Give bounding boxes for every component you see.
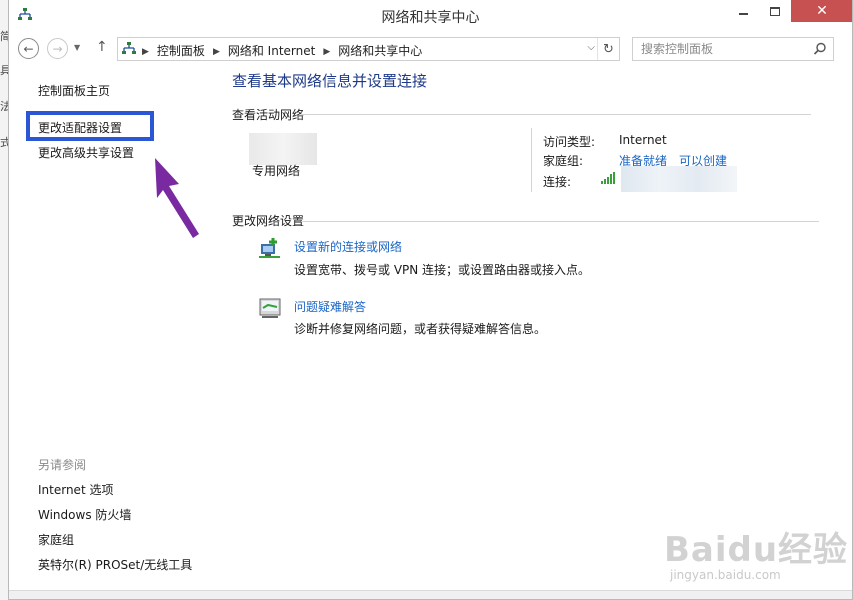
section-divider	[301, 221, 819, 222]
minimize-icon	[738, 13, 748, 15]
recent-locations-chevron-icon[interactable]: ▼	[74, 43, 80, 52]
watermark-url: jingyan.baidu.com	[670, 568, 781, 582]
network-icon	[122, 42, 136, 54]
search-input[interactable]	[633, 38, 811, 60]
annotation-arrow-icon	[155, 158, 199, 238]
sidebar-link-homegroup[interactable]: 家庭组	[38, 531, 74, 548]
back-button[interactable]: ←	[18, 38, 39, 59]
breadcrumb-network-internet[interactable]: 网络和 Internet	[228, 44, 315, 58]
breadcrumb: ▶ 控制面板 ▶ 网络和 Internet ▶ 网络和共享中心	[142, 42, 422, 59]
page-title: 查看基本网络信息并设置连接	[232, 72, 428, 90]
close-icon: ✕	[816, 3, 828, 19]
address-bar[interactable]: ▶ 控制面板 ▶ 网络和 Internet ▶ 网络和共享中心 ⌵ ↻	[117, 37, 620, 61]
refresh-icon: ↻	[603, 41, 614, 57]
troubleshoot-link[interactable]: 问题疑难解答	[294, 298, 366, 315]
title-bar[interactable]: 网络和共享中心 ✕	[9, 0, 852, 31]
sidebar-link-intel-proset[interactable]: 英特尔(R) PROSet/无线工具	[38, 556, 192, 573]
watermark-text: Baidu经验	[664, 530, 849, 570]
sidebar: 控制面板主页 更改适配器设置 更改高级共享设置 另请参阅 Internet 选项…	[9, 66, 209, 599]
window-title: 网络和共享中心	[381, 10, 480, 26]
minimize-button[interactable]	[727, 0, 759, 22]
sidebar-link-change-advanced-sharing[interactable]: 更改高级共享设置	[38, 144, 134, 161]
see-also-heading: 另请参阅	[38, 458, 87, 472]
network-profile-label: 专用网络	[252, 164, 301, 178]
access-type-value: Internet	[619, 133, 667, 147]
network-icon-blurred	[249, 133, 317, 165]
refresh-button[interactable]: ↻	[597, 38, 619, 60]
close-button[interactable]: ✕	[791, 0, 852, 22]
breadcrumb-separator-icon: ▶	[142, 47, 149, 57]
connection-name-blurred[interactable]	[621, 166, 737, 192]
access-type-label: 访问类型:	[543, 135, 596, 149]
search-box[interactable]	[632, 37, 834, 61]
network-sharing-center-window: 网络和共享中心 ✕ ← → ▼ ↑ ▶ 控制面板 ▶ 网络和 Internet ▶ 网络和…	[8, 0, 853, 600]
forward-button[interactable]: →	[47, 38, 68, 59]
breadcrumb-network-sharing-center[interactable]: 网络和共享中心	[338, 44, 422, 58]
forward-arrow-icon: →	[52, 41, 63, 56]
active-networks-heading: 查看活动网络	[232, 108, 305, 122]
troubleshoot-description: 诊断并修复网络问题，或者获得疑难解答信息。	[294, 322, 547, 336]
annotation-highlight-box	[26, 111, 154, 141]
wifi-signal-icon	[601, 172, 615, 184]
status-bar	[9, 590, 852, 599]
maximize-button[interactable]	[759, 0, 791, 22]
up-arrow-icon: ↑	[96, 39, 108, 55]
troubleshoot-icon	[259, 298, 281, 318]
setup-new-connection-description: 设置宽带、拨号或 VPN 连接；或设置路由器或接入点。	[294, 263, 591, 277]
vertical-divider	[531, 128, 532, 192]
new-connection-icon	[259, 238, 280, 258]
up-button[interactable]: ↑	[96, 39, 108, 55]
setup-new-connection-link[interactable]: 设置新的连接或网络	[294, 238, 402, 255]
breadcrumb-control-panel[interactable]: 控制面板	[157, 44, 205, 58]
homegroup-label: 家庭组:	[543, 154, 584, 168]
baidu-watermark: Baidu经验 jingyan.baidu.com	[664, 510, 852, 590]
section-divider	[301, 114, 811, 115]
navigation-bar: ← → ▼ ↑ ▶ 控制面板 ▶ 网络和 Internet ▶ 网络和共享中心 ⌵ ↻	[9, 34, 852, 62]
sidebar-link-internet-options[interactable]: Internet 选项	[38, 481, 113, 498]
connection-label: 连接:	[543, 175, 572, 189]
change-network-settings-heading: 更改网络设置	[232, 214, 305, 228]
back-arrow-icon: ←	[23, 41, 34, 56]
search-icon[interactable]	[813, 42, 827, 56]
breadcrumb-separator-icon[interactable]: ▶	[323, 47, 330, 57]
maximize-icon	[770, 6, 780, 16]
address-dropdown-chevron-icon[interactable]: ⌵	[587, 42, 595, 53]
sidebar-link-windows-firewall[interactable]: Windows 防火墙	[38, 506, 131, 523]
sidebar-link-control-panel-home[interactable]: 控制面板主页	[38, 82, 110, 99]
breadcrumb-separator-icon[interactable]: ▶	[213, 47, 220, 57]
